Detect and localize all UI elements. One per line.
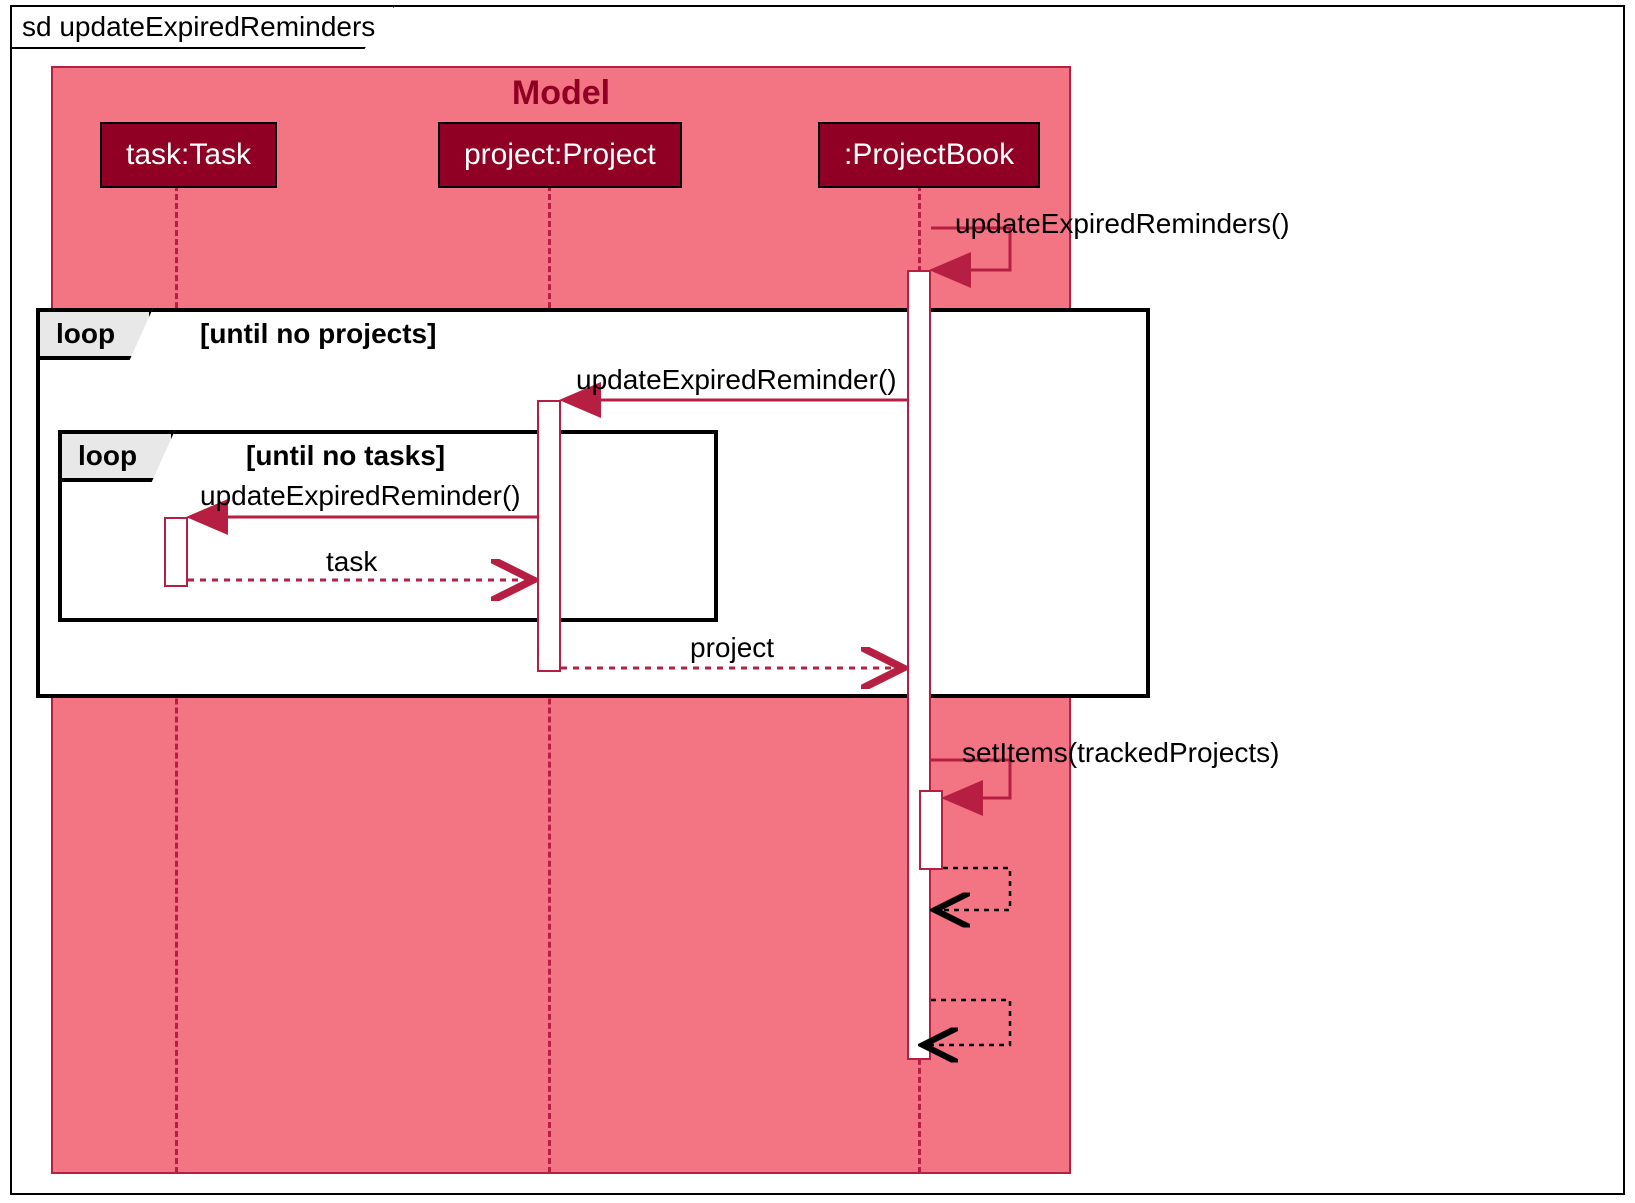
participant-projectbook: :ProjectBook (818, 122, 1040, 188)
msg-update-reminder-task: updateExpiredReminder() (200, 480, 521, 512)
loop-outer-condition: [until no projects] (200, 318, 436, 350)
activation-project (537, 400, 561, 672)
msg-return-task: task (326, 546, 377, 578)
loop-outer-label: loop (36, 308, 153, 360)
msg-update-reminder-project: updateExpiredReminder() (576, 364, 897, 396)
activation-task (164, 517, 188, 587)
loop-inner-condition: [until no tasks] (246, 440, 445, 472)
sequence-diagram: sd updateExpiredReminders Model task:Tas… (0, 0, 1635, 1203)
activation-projectbook-setitems (919, 790, 943, 870)
loop-inner-label: loop (58, 430, 175, 482)
msg-update-reminders: updateExpiredReminders() (955, 208, 1290, 240)
model-title: Model (51, 74, 1071, 113)
frame-title: sd updateExpiredReminders (10, 5, 395, 49)
participant-task: task:Task (100, 122, 277, 188)
participant-project: project:Project (438, 122, 682, 188)
msg-return-project: project (690, 632, 774, 664)
activation-projectbook-main (907, 270, 931, 1060)
msg-setitems: setItems(trackedProjects) (962, 737, 1279, 769)
